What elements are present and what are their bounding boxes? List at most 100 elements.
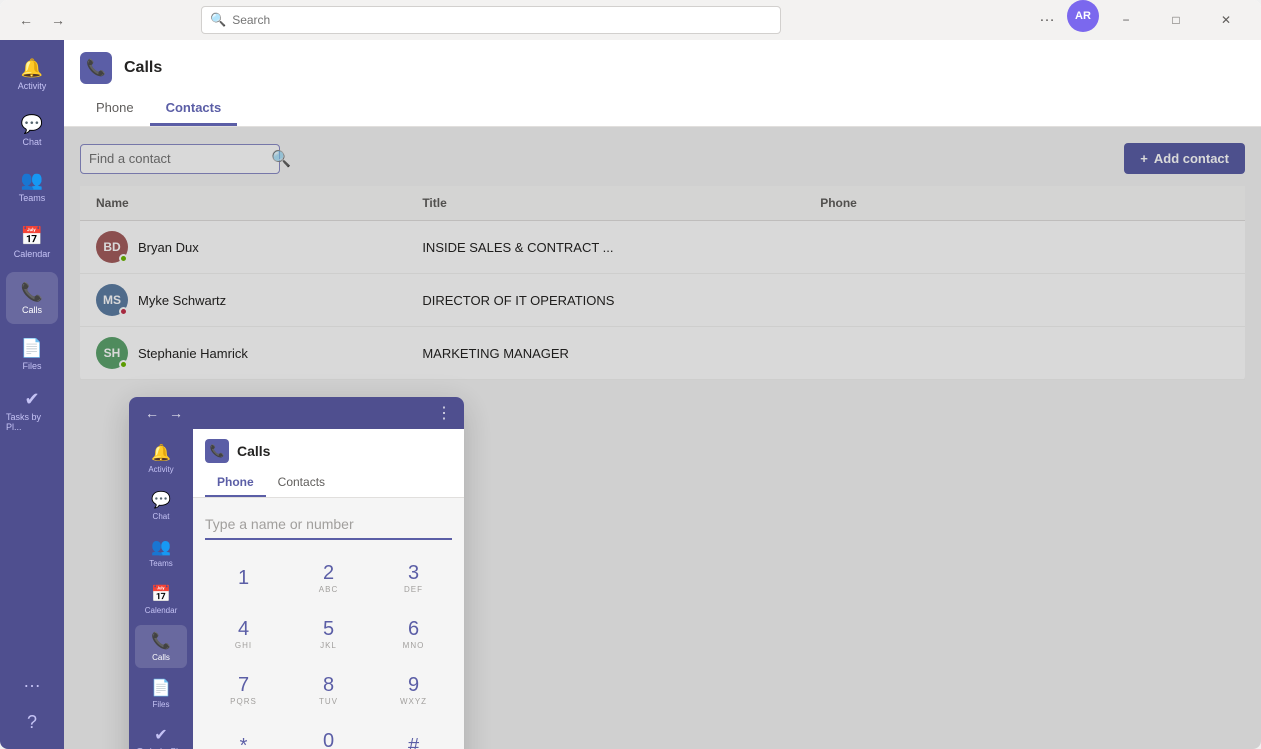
dial-key-4[interactable]: 4GHI	[205, 610, 282, 658]
popup-content: 📞 Calls Phone Contacts	[193, 429, 464, 749]
sidebar-item-calendar[interactable]: 📅 Calendar	[6, 216, 58, 268]
popup-sidebar: 🔔 Activity 💬 Chat 👥 Teams	[129, 429, 193, 749]
dial-key-5[interactable]: 5JKL	[290, 610, 367, 658]
popup-back-button[interactable]: ←	[141, 403, 163, 423]
tab-contacts[interactable]: Contacts	[150, 92, 238, 126]
popup-tab-phone[interactable]: Phone	[205, 469, 266, 497]
dialpad-content: 12ABC3DEF4GHI5JKL6MNO7PQRS8TUV9WXYZ*0+# …	[193, 498, 464, 749]
sidebar-item-label: Calls	[22, 305, 42, 315]
chat-icon: 💬	[21, 114, 43, 135]
global-search-bar[interactable]: 🔍	[201, 6, 781, 34]
popup-title-row: 📞 Calls	[205, 439, 452, 463]
user-avatar[interactable]: AR	[1067, 0, 1099, 32]
popup-sidebar-files[interactable]: 📄 Files	[135, 672, 187, 715]
sidebar-item-label: Files	[22, 361, 41, 371]
popup-tasks-icon: ✔	[154, 725, 167, 745]
calls-title-icon: 📞	[80, 52, 112, 84]
teams-icon: 👥	[21, 170, 43, 191]
dial-key-0[interactable]: 0+	[290, 722, 367, 749]
popup-sidebar-activity[interactable]: 🔔 Activity	[135, 437, 187, 480]
popup-sidebar-label: Activity	[148, 465, 173, 474]
popup-sidebar-tasks[interactable]: ✔ Tasks by Pl...	[135, 719, 187, 749]
sidebar-item-files[interactable]: 📄 Files	[6, 328, 58, 380]
popup-sidebar-label: Calls	[152, 653, 170, 662]
window-actions: … AR − □ ✕	[1031, 0, 1249, 40]
dialpad-popup: ← → ⋮ 🔔 Activity	[129, 397, 464, 749]
popup-layout: 🔔 Activity 💬 Chat 👥 Teams	[129, 429, 464, 749]
sidebar-item-label: Teams	[19, 193, 46, 203]
sidebar-item-tasks[interactable]: ✔ Tasks by Pl...	[6, 384, 58, 436]
popup-sidebar-label: Teams	[149, 559, 173, 568]
popup-calls-icon: 📞	[151, 631, 171, 651]
sidebar-help-button[interactable]: ?	[19, 704, 45, 741]
popup-sidebar-calls[interactable]: 📞 Calls	[135, 625, 187, 668]
close-button[interactable]: ✕	[1203, 0, 1249, 40]
popup-teams-icon: 👥	[151, 537, 171, 557]
sidebar-item-teams[interactable]: 👥 Teams	[6, 160, 58, 212]
sidebar-item-calls[interactable]: 📞 Calls	[6, 272, 58, 324]
content-area: 📞 Calls Phone Contacts 🔍 + A	[64, 40, 1261, 749]
tasks-icon: ✔	[24, 389, 39, 410]
tab-phone[interactable]: Phone	[80, 92, 150, 126]
dialpad-overlay: ← → ⋮ 🔔 Activity	[64, 127, 1261, 749]
main-layout: 🔔 Activity 💬 Chat 👥 Teams 📅 Calendar 📞 C…	[0, 40, 1261, 749]
popup-sidebar-teams[interactable]: 👥 Teams	[135, 531, 187, 574]
popup-calls-header: 📞 Calls Phone Contacts	[193, 429, 464, 498]
activity-icon: 🔔	[21, 58, 43, 79]
dial-key-8[interactable]: 8TUV	[290, 666, 367, 714]
popup-calls-title: Calls	[237, 443, 270, 459]
sidebar-item-chat[interactable]: 💬 Chat	[6, 104, 58, 156]
files-icon: 📄	[21, 338, 43, 359]
popup-close-button[interactable]: ⋮	[436, 403, 452, 423]
sidebar: 🔔 Activity 💬 Chat 👥 Teams 📅 Calendar 📞 C…	[0, 40, 64, 749]
popup-sidebar-label: Files	[153, 700, 170, 709]
back-button[interactable]: ←	[12, 6, 40, 34]
dial-key-1[interactable]: 1	[205, 554, 282, 602]
dial-key-#[interactable]: #	[375, 722, 452, 749]
dial-key-6[interactable]: 6MNO	[375, 610, 452, 658]
popup-sidebar-label: Calendar	[145, 606, 177, 615]
search-input[interactable]	[232, 13, 772, 27]
sidebar-more-button[interactable]: …	[15, 663, 49, 700]
popup-nav: ← →	[141, 403, 187, 423]
title-bar: ← → 🔍 … AR − □ ✕	[0, 0, 1261, 40]
dialpad-input[interactable]	[205, 510, 452, 540]
popup-calendar-icon: 📅	[151, 584, 171, 604]
more-options-icon[interactable]: …	[1031, 0, 1063, 40]
maximize-button[interactable]: □	[1153, 0, 1199, 40]
contacts-content: 🔍 + Add contact Name Title Phone	[64, 127, 1261, 749]
sidebar-item-label: Tasks by Pl...	[6, 412, 58, 432]
sidebar-item-label: Activity	[18, 81, 47, 91]
dial-key-7[interactable]: 7PQRS	[205, 666, 282, 714]
popup-files-icon: 📄	[151, 678, 171, 698]
calls-tabs: Phone Contacts	[80, 92, 1245, 126]
app-window: ← → 🔍 … AR − □ ✕ 🔔 Activity 💬 Chat	[0, 0, 1261, 749]
popup-sidebar-calendar[interactable]: 📅 Calendar	[135, 578, 187, 621]
nav-buttons: ← →	[12, 6, 72, 34]
forward-button[interactable]: →	[44, 6, 72, 34]
dial-key-9[interactable]: 9WXYZ	[375, 666, 452, 714]
calls-title: Calls	[124, 59, 162, 77]
minimize-button[interactable]: −	[1103, 0, 1149, 40]
popup-chat-icon: 💬	[151, 490, 171, 510]
sidebar-item-label: Chat	[22, 137, 41, 147]
calendar-icon: 📅	[21, 226, 43, 247]
dialpad-grid: 12ABC3DEF 4GHI5JKL6MNO 7PQRS8TUV9WXYZ * 0+ #	[205, 554, 452, 749]
dial-key-3[interactable]: 3DEF	[375, 554, 452, 602]
popup-tab-contacts[interactable]: Contacts	[266, 469, 337, 497]
search-icon: 🔍	[210, 12, 226, 28]
popup-header: ← → ⋮	[129, 397, 464, 429]
popup-forward-button[interactable]: →	[165, 403, 187, 423]
popup-activity-icon: 🔔	[151, 443, 171, 463]
calls-header: 📞 Calls Phone Contacts	[64, 40, 1261, 127]
calls-title-row: 📞 Calls	[80, 52, 1245, 84]
dial-key-2[interactable]: 2ABC	[290, 554, 367, 602]
calls-icon: 📞	[21, 282, 43, 303]
popup-calls-title-icon: 📞	[205, 439, 229, 463]
sidebar-item-activity[interactable]: 🔔 Activity	[6, 48, 58, 100]
dial-key-*[interactable]: *	[205, 722, 282, 749]
sidebar-item-label: Calendar	[14, 249, 51, 259]
popup-tabs: Phone Contacts	[205, 469, 452, 497]
popup-sidebar-label: Chat	[153, 512, 170, 521]
popup-sidebar-chat[interactable]: 💬 Chat	[135, 484, 187, 527]
